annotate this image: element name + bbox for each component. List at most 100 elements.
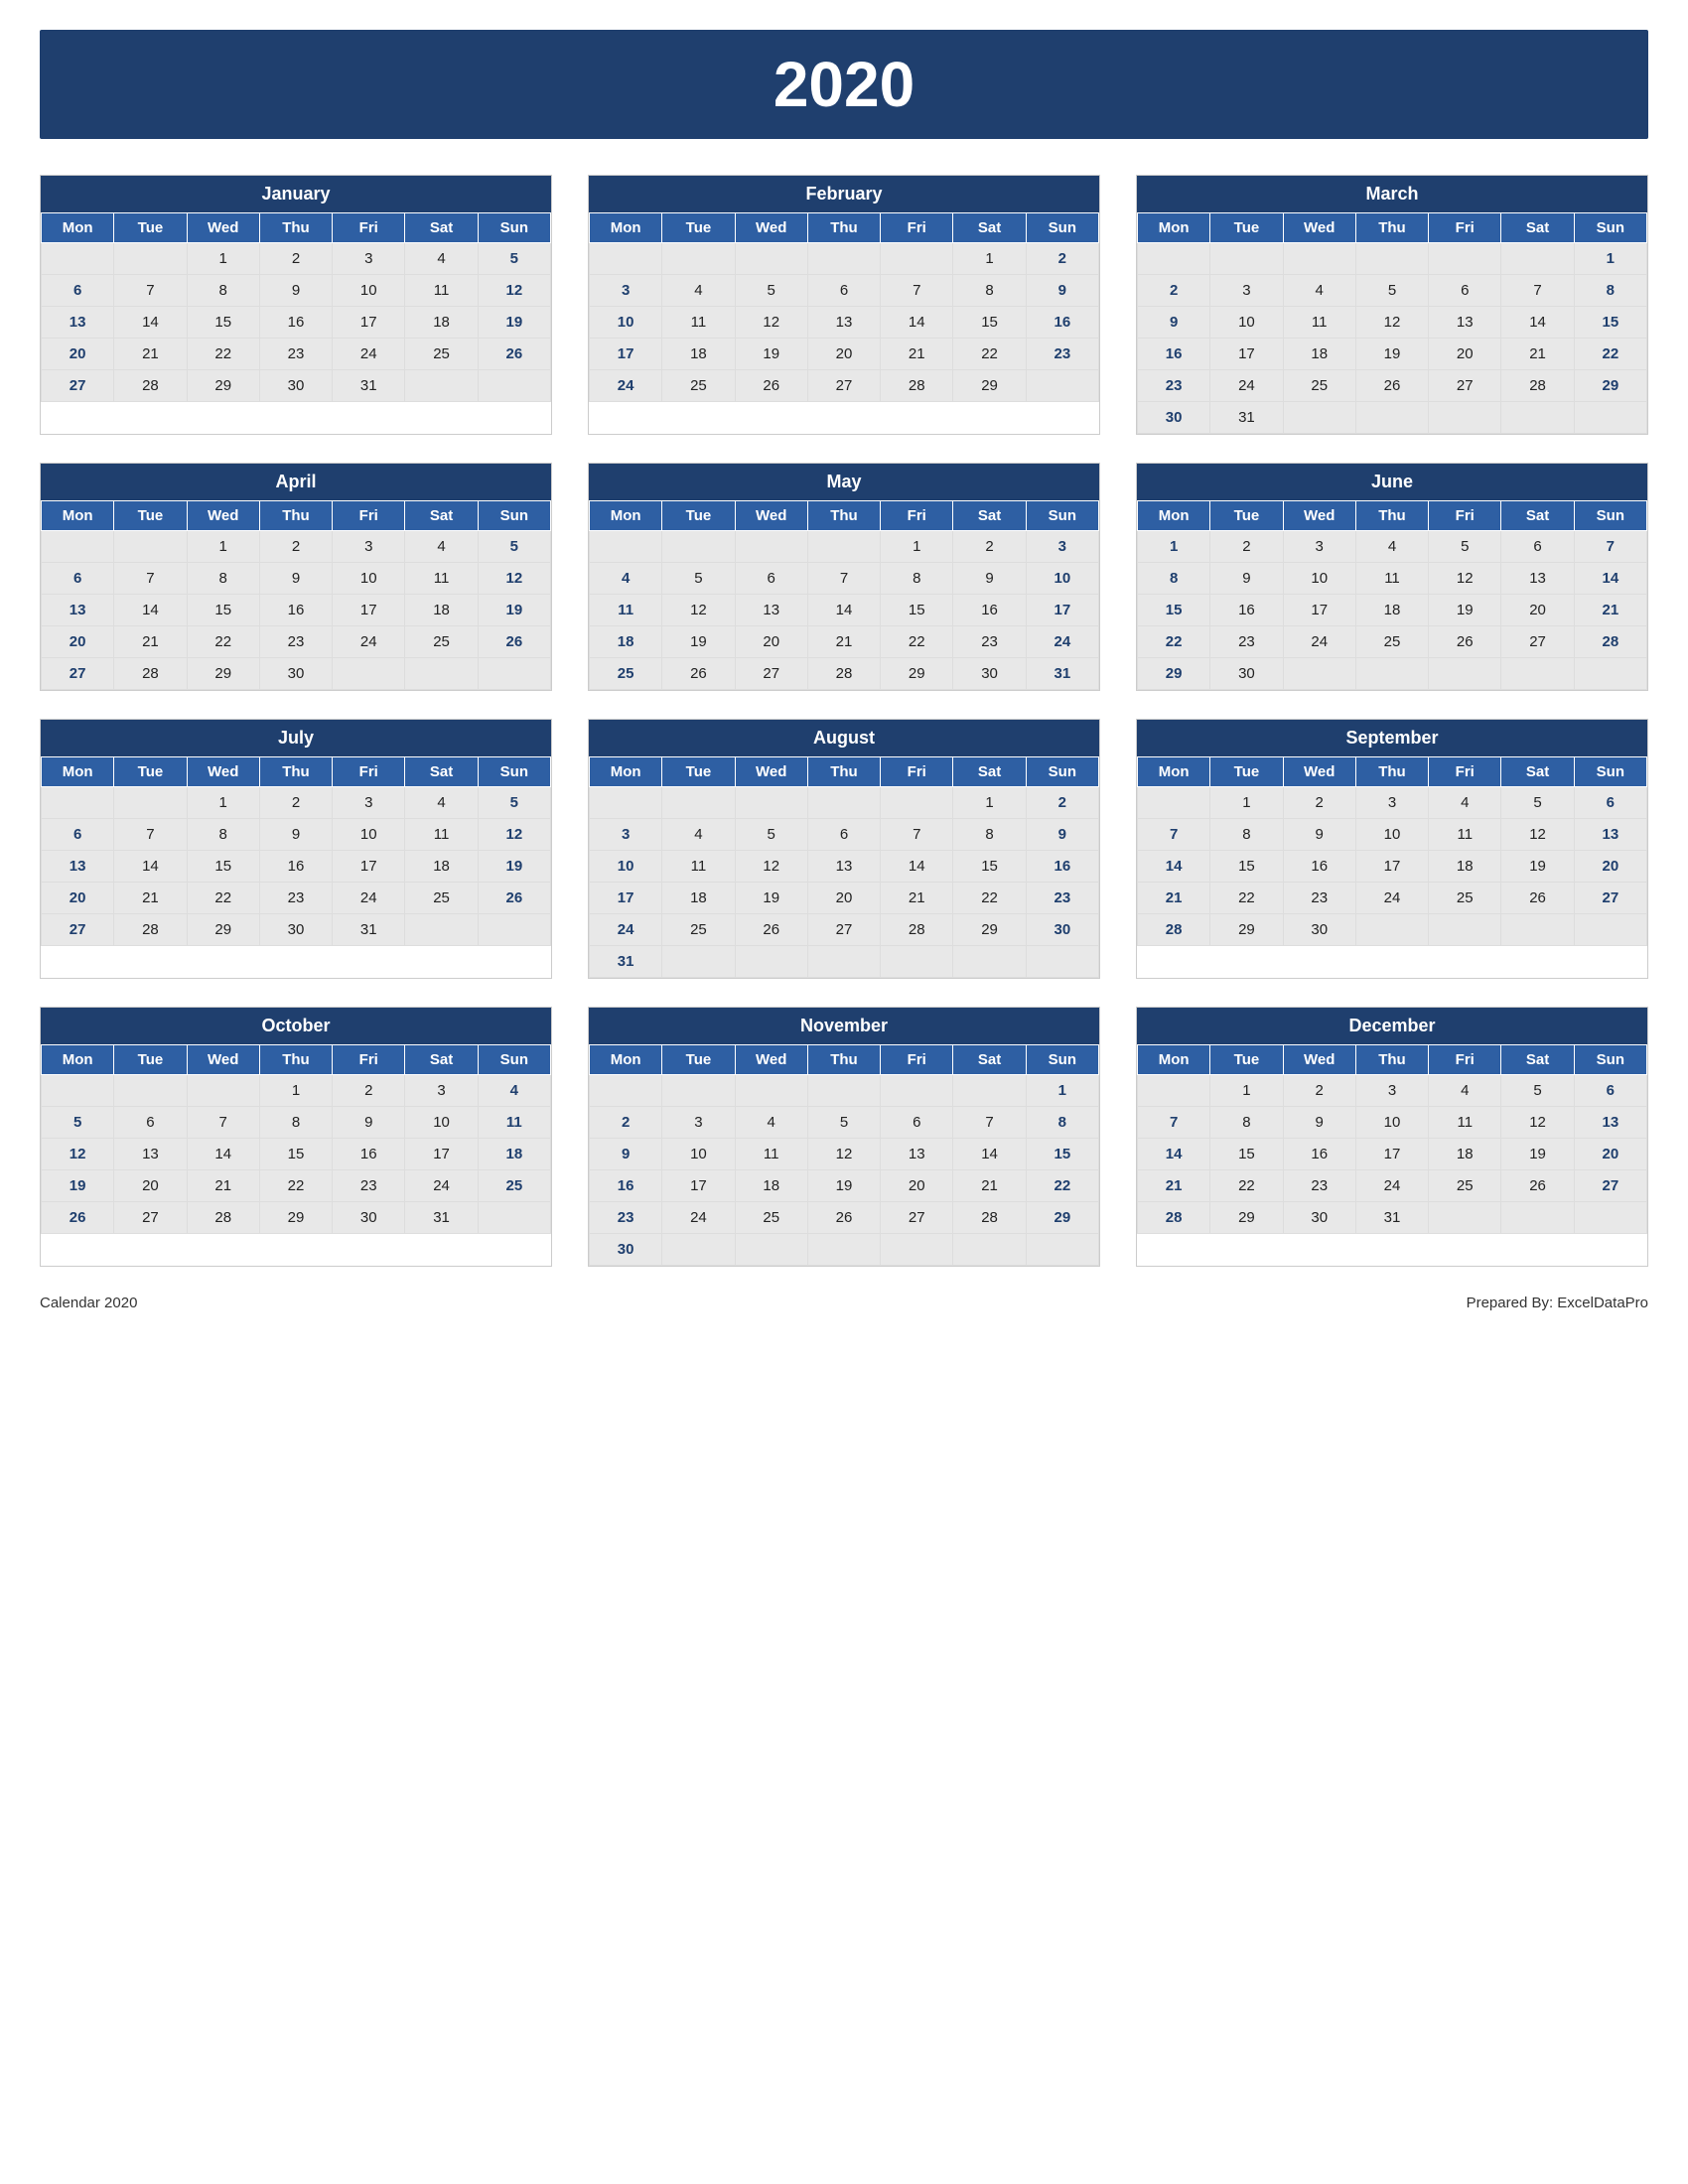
calendar-day: 3 xyxy=(590,819,662,851)
calendar-day: 23 xyxy=(1026,339,1098,370)
day-header-tue: Tue xyxy=(662,213,735,243)
calendar-day: 22 xyxy=(1026,1170,1098,1202)
day-header-sat: Sat xyxy=(1501,757,1574,787)
calendar-day: 13 xyxy=(1574,819,1646,851)
calendar-day: 29 xyxy=(1574,370,1646,402)
calendar-day: 13 xyxy=(1501,563,1574,595)
calendar-day: 10 xyxy=(333,275,405,307)
calendar-day xyxy=(735,243,807,275)
calendar-day: 7 xyxy=(187,1107,259,1139)
calendar-day: 21 xyxy=(881,339,953,370)
calendar-day: 21 xyxy=(881,883,953,914)
calendar-day: 10 xyxy=(1210,307,1283,339)
calendar-day: 19 xyxy=(735,883,807,914)
calendar-day: 6 xyxy=(735,563,807,595)
calendar-day xyxy=(1283,658,1355,690)
calendar-day: 1 xyxy=(259,1075,332,1107)
day-header-tue: Tue xyxy=(114,1045,187,1075)
calendar-day: 25 xyxy=(405,883,478,914)
calendar-day: 22 xyxy=(1138,626,1210,658)
calendar-day: 9 xyxy=(1138,307,1210,339)
calendar-day: 5 xyxy=(662,563,735,595)
day-header-sat: Sat xyxy=(405,757,478,787)
month-table: MonTueWedThuFriSatSun1234567891011121314… xyxy=(1137,756,1647,946)
calendar-day: 27 xyxy=(881,1202,953,1234)
day-header-thu: Thu xyxy=(807,501,880,531)
day-header-sat: Sat xyxy=(405,501,478,531)
calendar-day: 6 xyxy=(1429,275,1501,307)
calendar-day: 14 xyxy=(881,307,953,339)
day-header-mon: Mon xyxy=(1138,501,1210,531)
calendar-day: 21 xyxy=(114,339,187,370)
calendar-day: 9 xyxy=(590,1139,662,1170)
calendar-day: 3 xyxy=(333,243,405,275)
day-header-tue: Tue xyxy=(662,501,735,531)
calendar-day: 9 xyxy=(1026,819,1098,851)
calendar-day: 13 xyxy=(735,595,807,626)
calendar-day: 11 xyxy=(405,563,478,595)
day-header-wed: Wed xyxy=(1283,213,1355,243)
calendar-day: 14 xyxy=(114,307,187,339)
calendar-day: 22 xyxy=(1210,1170,1283,1202)
day-header-fri: Fri xyxy=(1429,1045,1501,1075)
day-header-tue: Tue xyxy=(662,757,735,787)
calendar-day: 27 xyxy=(807,370,880,402)
calendar-day xyxy=(881,1075,953,1107)
calendar-day: 22 xyxy=(187,883,259,914)
calendar-day: 27 xyxy=(735,658,807,690)
calendar-day xyxy=(1501,402,1574,434)
calendar-day: 29 xyxy=(1026,1202,1098,1234)
calendar-day: 26 xyxy=(478,883,550,914)
calendar-day: 29 xyxy=(1210,914,1283,946)
calendar-day: 2 xyxy=(333,1075,405,1107)
calendar-day: 29 xyxy=(953,370,1026,402)
calendar-day: 14 xyxy=(1501,307,1574,339)
calendar-day: 1 xyxy=(187,243,259,275)
calendar-day: 2 xyxy=(953,531,1026,563)
calendar-day xyxy=(1355,658,1428,690)
month-title: November xyxy=(589,1008,1099,1044)
calendar-day: 17 xyxy=(590,883,662,914)
calendar-day: 11 xyxy=(735,1139,807,1170)
calendar-day: 27 xyxy=(1574,1170,1646,1202)
calendar-day xyxy=(1429,1202,1501,1234)
calendar-day: 31 xyxy=(405,1202,478,1234)
month-table: MonTueWedThuFriSatSun1234567891011121314… xyxy=(41,756,551,946)
day-header-sat: Sat xyxy=(405,1045,478,1075)
calendar-day: 23 xyxy=(1283,1170,1355,1202)
calendar-day: 23 xyxy=(1026,883,1098,914)
calendar-day: 15 xyxy=(953,307,1026,339)
calendar-day: 10 xyxy=(662,1139,735,1170)
calendar-day: 16 xyxy=(1283,1139,1355,1170)
calendar-day: 5 xyxy=(1429,531,1501,563)
day-header-thu: Thu xyxy=(807,213,880,243)
calendar-day: 26 xyxy=(807,1202,880,1234)
calendar-day: 26 xyxy=(478,339,550,370)
day-header-thu: Thu xyxy=(259,213,332,243)
calendar-day xyxy=(1501,914,1574,946)
calendar-day: 16 xyxy=(953,595,1026,626)
calendar-day: 17 xyxy=(662,1170,735,1202)
calendar-day: 1 xyxy=(953,243,1026,275)
calendar-day: 4 xyxy=(478,1075,550,1107)
calendar-day: 5 xyxy=(807,1107,880,1139)
calendar-day: 23 xyxy=(259,339,332,370)
day-header-thu: Thu xyxy=(259,501,332,531)
day-header-fri: Fri xyxy=(333,501,405,531)
calendar-day xyxy=(735,531,807,563)
calendar-day: 11 xyxy=(405,819,478,851)
calendar-day: 13 xyxy=(1429,307,1501,339)
calendar-day xyxy=(114,1075,187,1107)
calendar-day: 17 xyxy=(590,339,662,370)
calendar-day: 22 xyxy=(1210,883,1283,914)
calendar-day: 30 xyxy=(1210,658,1283,690)
calendar-day: 23 xyxy=(1210,626,1283,658)
day-header-fri: Fri xyxy=(1429,213,1501,243)
day-header-wed: Wed xyxy=(187,213,259,243)
calendar-day: 5 xyxy=(478,243,550,275)
calendar-day xyxy=(807,1234,880,1266)
calendar-day xyxy=(1355,243,1428,275)
calendar-day: 27 xyxy=(42,370,114,402)
calendar-day: 8 xyxy=(1210,1107,1283,1139)
calendar-day xyxy=(1026,946,1098,978)
